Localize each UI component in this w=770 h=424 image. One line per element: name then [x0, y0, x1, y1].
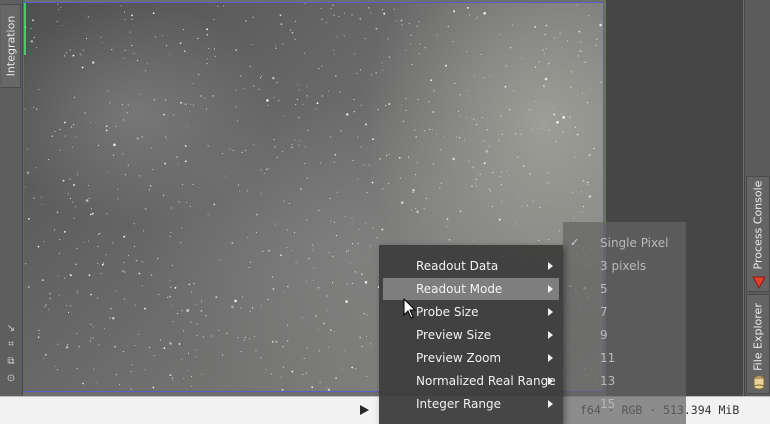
zoom-fit-icon[interactable]: ⌗	[5, 339, 17, 351]
submenu-item-label: Single Pixel	[600, 236, 669, 250]
submenu-arrow-icon	[548, 354, 553, 362]
resize-icon[interactable]: ↘	[5, 323, 17, 335]
submenu-item[interactable]: 11	[563, 347, 686, 369]
submenu-item[interactable]: 3 pixels	[563, 255, 686, 277]
menu-item-label: Readout Mode	[416, 282, 503, 296]
menu-item-readout-mode[interactable]: Readout Mode	[383, 278, 559, 300]
submenu-arrow-icon	[548, 377, 553, 385]
menu-item-preview-zoom[interactable]: Preview Zoom	[383, 347, 559, 369]
submenu-item-label: 13	[600, 374, 616, 388]
submenu-arrow-icon	[548, 285, 553, 293]
submenu-item[interactable]: ✓ Single Pixel	[563, 232, 686, 254]
menu-item-label: Integer Range	[416, 397, 502, 411]
submenu-arrow-icon	[548, 262, 553, 270]
menu-item-label: Probe Size	[416, 305, 479, 319]
menu-item-readout-data[interactable]: Readout Data	[383, 255, 559, 277]
submenu-item[interactable]: 9	[563, 324, 686, 346]
target-icon[interactable]: ⊙	[5, 373, 17, 385]
menu-item-label: Preview Zoom	[416, 351, 502, 365]
right-tab-bar: Process Console File Explorer	[744, 0, 770, 396]
submenu-item-label: 11	[600, 351, 616, 365]
submenu-item[interactable]: 5	[563, 278, 686, 300]
submenu-item-label: 15	[600, 397, 616, 411]
readout-mode-submenu: ✓ Single Pixel 3 pixels 5 7 9 11 13 15	[563, 222, 686, 424]
menu-item-preview-size[interactable]: Preview Size	[383, 324, 559, 346]
submenu-item-label: 5	[600, 282, 608, 296]
submenu-item-label: 3 pixels	[600, 259, 647, 273]
submenu-arrow-icon	[548, 308, 553, 316]
submenu-item[interactable]: 7	[563, 301, 686, 323]
file-explorer-icon	[753, 375, 765, 390]
menu-item-label: Preview Size	[416, 328, 492, 342]
copy-icon[interactable]: ⧉	[5, 356, 17, 368]
context-menu: Readout Data Readout Mode Probe Size Previe…	[379, 245, 563, 424]
tab-file-explorer[interactable]: File Explorer	[746, 294, 770, 394]
tab-process-console[interactable]: Process Console	[746, 176, 770, 292]
play-icon[interactable]	[360, 405, 369, 415]
menu-item-label: Normalized Real Range	[416, 374, 556, 388]
menu-item-normalized-real-range[interactable]: Normalized Real Range	[383, 370, 559, 392]
submenu-arrow-icon	[548, 331, 553, 339]
submenu-item[interactable]: 15	[563, 393, 686, 415]
process-console-icon	[752, 276, 766, 290]
submenu-item-label: 9	[600, 328, 608, 342]
tab-process-console-label: Process Console	[751, 180, 765, 270]
tab-integration[interactable]: Integration	[1, 4, 21, 88]
left-tab-bar: Integration ↘ ⌗ ⧉ ⊙	[0, 0, 23, 396]
submenu-arrow-icon	[548, 400, 553, 408]
tab-file-explorer-label: File Explorer	[751, 303, 765, 371]
tab-integration-label: Integration	[4, 15, 17, 77]
menu-item-integer-range[interactable]: Integer Range	[383, 393, 559, 415]
check-icon: ✓	[570, 236, 580, 249]
submenu-item-label: 7	[600, 305, 608, 319]
mouse-cursor-icon	[403, 298, 417, 319]
menu-item-label: Readout Data	[416, 259, 499, 273]
submenu-item[interactable]: 13	[563, 370, 686, 392]
